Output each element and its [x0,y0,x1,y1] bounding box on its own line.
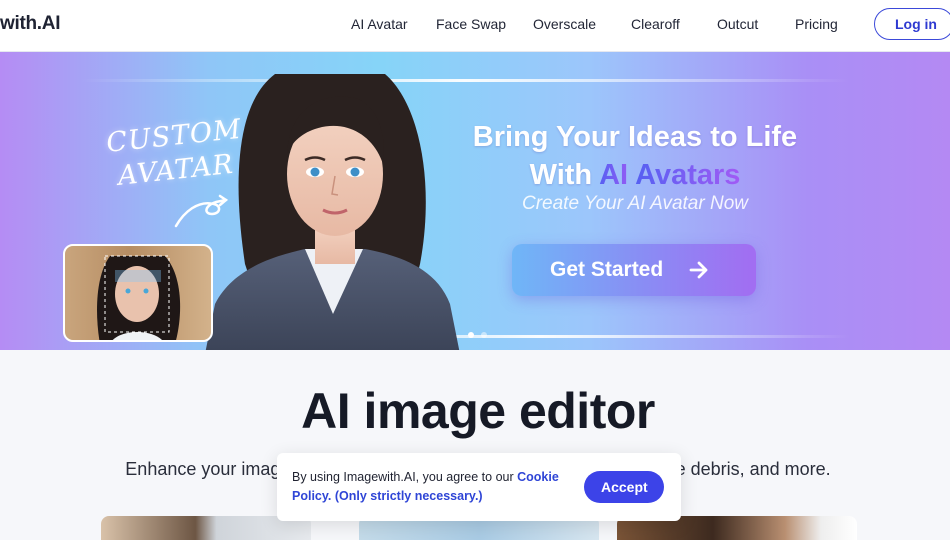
headline-avatars: Avatars [635,159,741,191]
arrow-right-icon [689,261,708,279]
login-button[interactable]: Log in [874,8,950,40]
hero-banner[interactable]: Custom Avatar [0,52,950,350]
get-started-label: Get Started [550,258,664,281]
carousel-dot-1[interactable] [468,332,474,338]
site-logo[interactable]: with.AI [0,13,60,35]
carousel-dot-2[interactable] [481,332,487,338]
nav-outcut[interactable]: Outcut [717,16,758,32]
headline-with: With [529,159,600,191]
hero-headline: Bring Your Ideas to Life With AI Avatars [420,118,850,194]
nav-face-swap[interactable]: Face Swap [436,16,506,32]
cookie-message: By using Imagewith.AI, you agree to our … [292,468,562,506]
before-photo-image [97,255,181,340]
page-title: AI image editor [301,383,655,439]
accept-cookies-button[interactable]: Accept [584,471,664,503]
headline-line-2: With AI Avatars [420,156,850,194]
before-photo-thumbnail [63,244,213,342]
nav-clearoff[interactable]: Clearoff [631,16,680,32]
nav-ai-avatar[interactable]: AI Avatar [351,16,408,32]
hero-subline: Create Your AI Avatar Now [521,193,748,214]
glow-line-top [80,79,850,82]
nav-overscale[interactable]: Overscale [533,16,596,32]
cookie-consent-banner: By using Imagewith.AI, you agree to our … [277,453,681,521]
get-started-button[interactable]: Get Started [512,244,756,296]
nav-pricing[interactable]: Pricing [795,16,838,32]
headline-ai: AI [599,159,636,191]
headline-line-1: Bring Your Ideas to Life [472,121,798,153]
top-nav-bar: with.AI AI Avatar Face Swap Overscale Cl… [0,0,950,52]
cookie-text: By using Imagewith.AI, you agree to our [292,470,518,484]
